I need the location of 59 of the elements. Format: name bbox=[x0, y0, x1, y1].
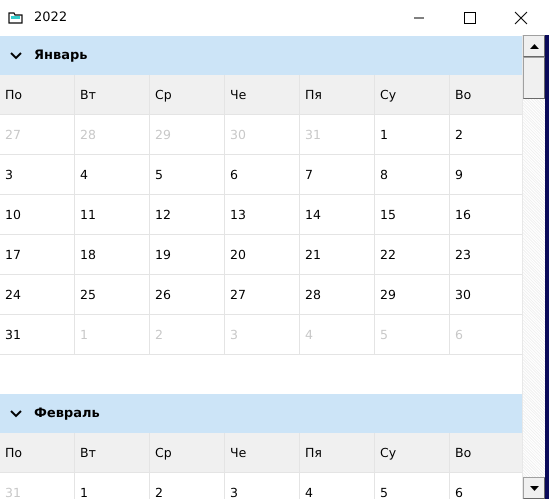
window-title: 2022 bbox=[34, 10, 68, 25]
weekday-header: Че bbox=[225, 75, 300, 115]
weekday-header: Че bbox=[225, 433, 300, 473]
day-cell[interactable]: 12 bbox=[150, 195, 225, 235]
day-cell[interactable]: 24 bbox=[0, 275, 75, 315]
close-icon bbox=[514, 10, 528, 24]
day-cell[interactable]: 5 bbox=[150, 155, 225, 195]
day-cell[interactable]: 22 bbox=[375, 235, 450, 275]
day-cell[interactable]: 2 bbox=[150, 473, 225, 499]
day-cell[interactable]: 27 bbox=[225, 275, 300, 315]
month-header[interactable]: Февраль bbox=[0, 394, 522, 433]
scroll-down-button[interactable] bbox=[523, 477, 545, 499]
maximize-icon bbox=[464, 12, 476, 24]
weekday-header: Вт bbox=[75, 75, 150, 115]
day-cell[interactable]: 13 bbox=[225, 195, 300, 235]
day-cell[interactable]: 26 bbox=[150, 275, 225, 315]
weekday-header: Во bbox=[450, 75, 522, 115]
day-cell[interactable]: 3 bbox=[0, 155, 75, 195]
weekday-header: Су bbox=[375, 75, 450, 115]
weekday-header: Вт bbox=[75, 433, 150, 473]
scroll-thumb[interactable] bbox=[523, 57, 545, 99]
weekday-header: Пя bbox=[300, 433, 375, 473]
day-cell[interactable]: 3 bbox=[225, 473, 300, 499]
day-cell[interactable]: 20 bbox=[225, 235, 300, 275]
day-cell[interactable]: 4 bbox=[75, 155, 150, 195]
day-cell[interactable]: 31 bbox=[0, 315, 75, 355]
down-arrow-icon bbox=[530, 486, 538, 490]
day-cell[interactable]: 10 bbox=[0, 195, 75, 235]
weekday-header: Во bbox=[450, 433, 522, 473]
day-cell[interactable]: 11 bbox=[75, 195, 150, 235]
scrollbar[interactable] bbox=[522, 35, 545, 499]
day-cell[interactable]: 5 bbox=[375, 473, 450, 499]
app-icon bbox=[8, 10, 24, 24]
day-cell[interactable]: 6 bbox=[225, 155, 300, 195]
chevron-icon bbox=[10, 52, 22, 60]
month-header[interactable]: Январь bbox=[0, 36, 522, 75]
day-cell[interactable]: 28 bbox=[300, 275, 375, 315]
day-cell[interactable]: 7 bbox=[300, 155, 375, 195]
day-cell[interactable]: 8 bbox=[375, 155, 450, 195]
day-cell[interactable]: 19 bbox=[150, 235, 225, 275]
weekday-header: Ср bbox=[150, 75, 225, 115]
weekday-header: По bbox=[0, 433, 75, 473]
day-cell[interactable]: 29 bbox=[375, 275, 450, 315]
day-cell[interactable]: 25 bbox=[75, 275, 150, 315]
day-cell[interactable]: 4 bbox=[300, 473, 375, 499]
weekday-header: По bbox=[0, 75, 75, 115]
weekday-header: Ср bbox=[150, 433, 225, 473]
scroll-up-button[interactable] bbox=[523, 35, 545, 57]
day-cell[interactable]: 15 bbox=[375, 195, 450, 235]
day-cell[interactable]: 18 bbox=[75, 235, 150, 275]
weekday-header: Су bbox=[375, 433, 450, 473]
day-cell[interactable]: 21 bbox=[300, 235, 375, 275]
up-arrow-icon bbox=[530, 44, 538, 48]
day-cell[interactable]: 1 bbox=[375, 115, 450, 155]
day-cell[interactable]: 17 bbox=[0, 235, 75, 275]
weekday-header: Пя bbox=[300, 75, 375, 115]
chevron-icon bbox=[10, 410, 22, 418]
day-cell[interactable]: 14 bbox=[300, 195, 375, 235]
day-cell[interactable]: 1 bbox=[75, 473, 150, 499]
